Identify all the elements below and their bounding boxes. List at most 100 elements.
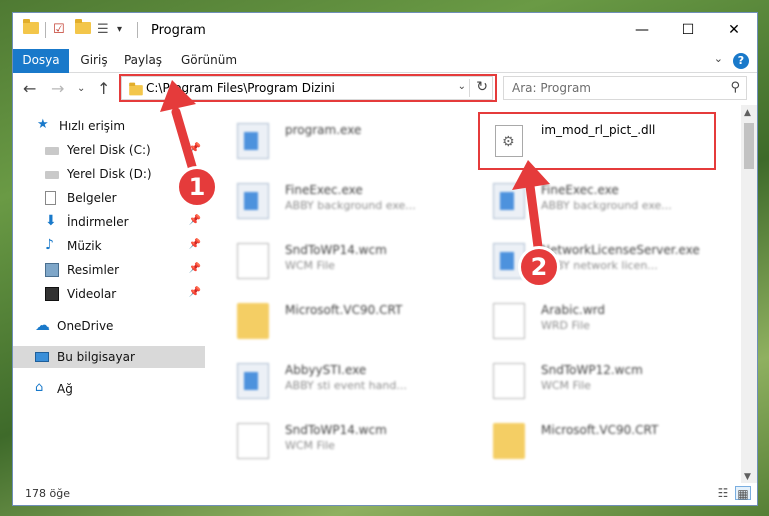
pin-icon: 📌 (188, 143, 201, 154)
sidebar-item-pictures[interactable]: Resimler 📌 (13, 259, 205, 281)
title-bar: ☑ ☰ ▾ Program — ☐ ✕ (13, 13, 757, 49)
sidebar-item-this-pc[interactable]: Bu bilgisayar (13, 346, 205, 368)
file-description: ABBY background exe... (541, 199, 672, 212)
file-name: NetworkLicenseServer.exe (541, 243, 700, 257)
pin-icon: 📌 (188, 239, 201, 250)
properties-icon[interactable]: ☑ (53, 22, 65, 38)
music-icon: ♪ (45, 237, 54, 253)
close-button[interactable]: ✕ (711, 13, 757, 47)
file-name: FineExec.exe (541, 183, 619, 197)
vertical-scrollbar[interactable]: ▲ ▼ (741, 105, 757, 485)
file-item[interactable]: program.exe (217, 113, 465, 169)
document-icon (493, 303, 525, 339)
expand-ribbon-icon[interactable]: ⌄ (714, 52, 723, 65)
status-bar: 178 öğe ☷ ▦ (13, 483, 757, 505)
file-item[interactable]: AbbyySTI.exe ABBY sti event hand... (217, 353, 465, 409)
file-item[interactable]: FineExec.exe ABBY background exe... (473, 173, 721, 229)
file-description: WCM File (285, 259, 335, 272)
tab-gorunum[interactable]: Görünüm (179, 49, 239, 73)
tab-giris[interactable]: Giriş (75, 49, 113, 73)
sidebar-item-label: Hızlı erişim (59, 119, 126, 133)
sidebar-item-label: Ağ (57, 382, 73, 396)
file-description: WCM File (285, 439, 335, 452)
tab-dosya[interactable]: Dosya (13, 49, 69, 73)
scroll-down-icon[interactable]: ▼ (744, 472, 751, 482)
address-highlight-box (119, 74, 497, 102)
application-icon (237, 183, 269, 219)
computer-icon (35, 352, 49, 362)
document-icon (493, 363, 525, 399)
pin-icon: 📌 (188, 215, 201, 226)
pin-icon: 📌 (188, 263, 201, 274)
scroll-up-icon[interactable]: ▲ (744, 108, 751, 118)
sidebar-item-downloads[interactable]: ⬇ İndirmeler 📌 (13, 211, 205, 233)
file-item[interactable]: Microsoft.VC90.CRT (217, 293, 465, 349)
item-count: 178 öğe (25, 487, 70, 500)
cloud-icon: ☁ (35, 316, 50, 334)
up-arrow-icon[interactable]: ↑ (97, 79, 110, 98)
scrollbar-thumb[interactable] (744, 123, 754, 169)
application-icon (237, 363, 269, 399)
navigation-pane: ★ Hızlı erişim Yerel Disk (C:) 📌 Yerel D… (13, 113, 205, 465)
file-description: WCM File (541, 379, 591, 392)
download-icon: ⬇ (45, 213, 57, 229)
file-description: ABBY sti event hand... (285, 379, 407, 392)
pin-icon: 📌 (188, 287, 201, 298)
large-icons-view-icon[interactable]: ▦ (735, 486, 751, 501)
search-placeholder: Ara: Program (512, 81, 591, 95)
file-name: AbbyySTI.exe (285, 363, 367, 377)
sidebar-item-onedrive[interactable]: ☁ OneDrive (13, 315, 205, 337)
file-name: SndToWP14.wcm (285, 423, 387, 437)
file-item[interactable]: Microsoft.VC90.CRT (473, 413, 721, 469)
file-item[interactable]: NetworkLicenseServer.exe ABBY network li… (473, 233, 721, 289)
file-description: ABBY background exe... (285, 199, 416, 212)
file-item[interactable]: FineExec.exe ABBY background exe... (217, 173, 465, 229)
documents-icon (45, 191, 56, 205)
sidebar-item-label: Videolar (67, 287, 117, 301)
file-name: SndToWP12.wcm (541, 363, 643, 377)
forward-arrow-icon[interactable]: → (51, 79, 64, 98)
sidebar-item-label: Yerel Disk (C:) (67, 143, 151, 157)
customize-quick-access-icon[interactable]: ☰ (97, 22, 109, 38)
file-name: SndToWP14.wcm (285, 243, 387, 257)
chevron-down-icon[interactable]: ▾ (117, 24, 122, 40)
file-item[interactable]: Arabic.wrd WRD File (473, 293, 721, 349)
sidebar-item-network[interactable]: ⌂ Ağ (13, 378, 205, 400)
divider (137, 22, 138, 38)
folder-icon (23, 19, 39, 38)
ribbon-tabs: Dosya Giriş Paylaş Görünüm ⌄ ? (13, 49, 757, 73)
file-name: Arabic.wrd (541, 303, 606, 317)
explorer-window: ☑ ☰ ▾ Program — ☐ ✕ Dosya Giriş Paylaş G… (12, 12, 758, 506)
file-name: Microsoft.VC90.CRT (285, 303, 403, 317)
sidebar-item-videos[interactable]: Videolar 📌 (13, 283, 205, 305)
search-input[interactable]: Ara: Program ⚲ (503, 76, 747, 100)
file-name: Microsoft.VC90.CRT (541, 423, 659, 437)
file-name: FineExec.exe (285, 183, 363, 197)
folder-icon (237, 303, 269, 339)
window-title: Program (151, 23, 206, 38)
sidebar-item-quick-access[interactable]: ★ Hızlı erişim (13, 115, 205, 137)
application-icon (493, 183, 525, 219)
sidebar-item-label: OneDrive (57, 319, 114, 333)
sidebar-item-label: Bu bilgisayar (57, 350, 135, 364)
file-item[interactable]: SndToWP12.wcm WCM File (473, 353, 721, 409)
sidebar-item-disk-c[interactable]: Yerel Disk (C:) 📌 (13, 139, 205, 161)
details-view-icon[interactable]: ☷ (715, 486, 731, 500)
videos-icon (45, 287, 59, 301)
tab-paylas[interactable]: Paylaş (119, 49, 167, 73)
document-icon (237, 423, 269, 459)
minimize-button[interactable]: — (619, 13, 665, 47)
file-name: program.exe (285, 123, 362, 137)
new-folder-icon[interactable] (75, 19, 91, 38)
recent-locations-chevron-icon[interactable]: ⌄ (77, 83, 85, 94)
help-button[interactable]: ? (733, 53, 749, 69)
sidebar-item-label: Belgeler (67, 191, 117, 205)
file-item[interactable]: SndToWP14.wcm WCM File (217, 233, 465, 289)
sidebar-item-label: Müzik (67, 239, 102, 253)
sidebar-item-label: Yerel Disk (D:) (67, 167, 152, 181)
search-icon[interactable]: ⚲ (730, 80, 740, 95)
file-item[interactable]: SndToWP14.wcm WCM File (217, 413, 465, 469)
maximize-button[interactable]: ☐ (665, 13, 711, 47)
sidebar-item-music[interactable]: ♪ Müzik 📌 (13, 235, 205, 257)
back-arrow-icon[interactable]: ← (23, 79, 36, 98)
